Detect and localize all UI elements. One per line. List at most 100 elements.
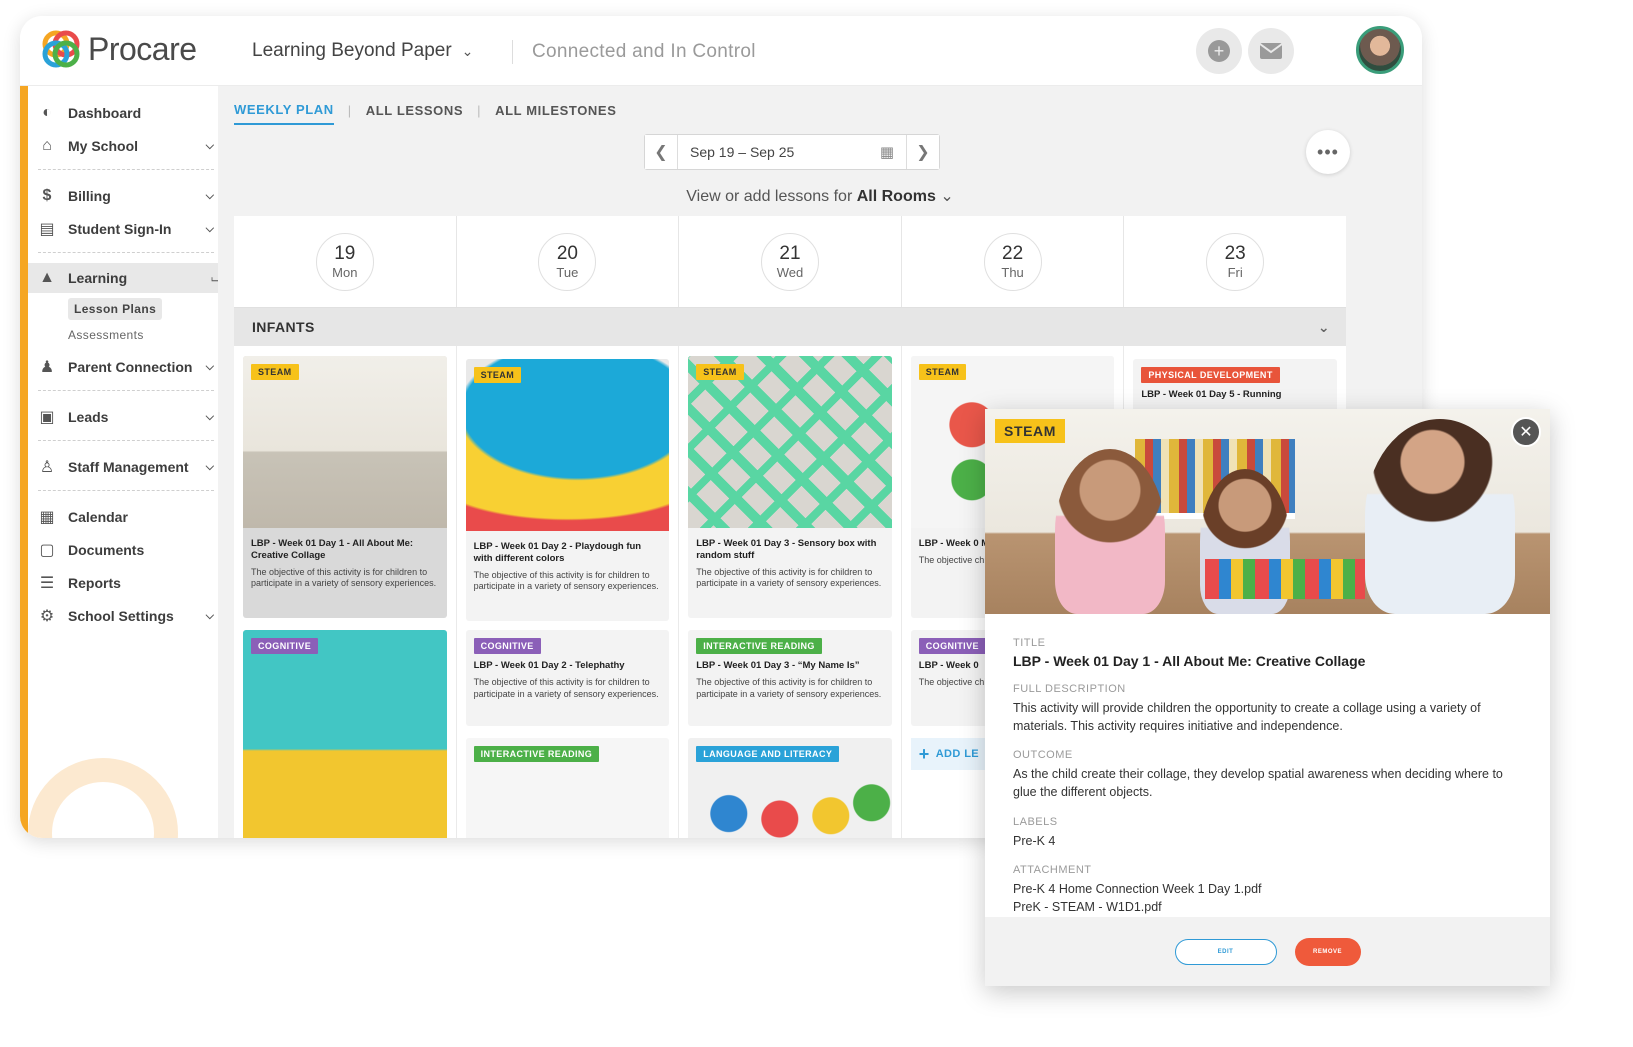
edit-button[interactable]: EDIT	[1174, 938, 1277, 965]
day-number: 22	[1002, 243, 1024, 264]
tab-divider: |	[477, 103, 482, 118]
day-badge[interactable]: 20 Tue	[538, 232, 597, 291]
category-tag: STEAM	[696, 364, 744, 380]
attachment-link[interactable]: Pre-K 4 Home Connection Week 1 Day 1.pdf	[1013, 880, 1523, 898]
sidebar-item-documents[interactable]: ▢ Documents	[36, 535, 220, 565]
remove-button[interactable]: REMOVE	[1294, 937, 1361, 966]
sidebar-item-billing[interactable]: $ Billing ⌵	[36, 181, 220, 211]
outcome-label: OUTCOME	[1013, 749, 1073, 762]
leads-icon: ▣	[39, 409, 55, 426]
hero-blocks	[1205, 559, 1365, 599]
sidebar-item-student-sign-in[interactable]: ▤ Student Sign-In ⌵	[36, 214, 220, 244]
sidebar-divider	[38, 169, 214, 170]
day-column-wed: STEAM LBP - Week 01 Day 3 - Sensory box …	[679, 346, 902, 838]
chevron-down-icon: ⌵	[205, 139, 214, 152]
week-days-header: 19 Mon 20 Tue 21 Wed 22 Thu 23 Fri	[234, 216, 1346, 308]
day-name: Mon	[332, 265, 358, 280]
dashboard-icon: ◐	[42, 104, 52, 121]
sidebar-subitem-assessments[interactable]: Assessments	[68, 328, 144, 342]
lesson-card[interactable]: INTERACTIVE READING	[465, 738, 670, 838]
lesson-outcome: As the child create their collage, they …	[1013, 767, 1503, 800]
lesson-card[interactable]: STEAM LBP - Week 01 Day 3 - Sensory box …	[688, 356, 892, 618]
day-column-header: 19 Mon	[234, 216, 457, 307]
plus-circle-icon: +	[1208, 40, 1230, 62]
add-lesson-label: ADD LE	[935, 748, 980, 760]
messages-button[interactable]	[1248, 28, 1294, 74]
tagline: Connected and In Control	[532, 41, 756, 62]
day-badge[interactable]: 19 Mon	[315, 232, 374, 291]
tab-all-milestones[interactable]: ALL MILESTONES	[495, 103, 616, 124]
day-column-tue: STEAM LBP - Week 01 Day 2 - Playdough fu…	[457, 346, 680, 838]
day-number: 23	[1224, 243, 1246, 264]
add-button[interactable]: +	[1196, 28, 1242, 74]
day-column-header: 23 Fri	[1124, 216, 1346, 307]
description-label: FULL DESCRIPTION	[1013, 683, 1126, 695]
day-name: Tue	[556, 265, 579, 280]
procare-logo[interactable]: Procare	[40, 28, 197, 70]
sidebar-subitem-lesson-plans[interactable]: Lesson Plans	[68, 298, 163, 320]
lesson-description: This activity will provide children the …	[1013, 701, 1481, 734]
lesson-card[interactable]: STEAM LBP - Week 01 Day 2 - Playdough fu…	[465, 359, 670, 621]
sidebar-item-dashboard[interactable]: ◐ Dashboard	[36, 98, 220, 128]
more-options-button[interactable]: •••	[1306, 130, 1350, 174]
learning-icon: ▲	[39, 269, 55, 286]
sidebar-item-label: Learning	[68, 270, 128, 286]
chevron-down-icon: ⌄	[940, 188, 954, 205]
labels-label: LABELS	[1013, 815, 1058, 828]
sidebar-item-calendar[interactable]: ▦ Calendar	[36, 502, 220, 532]
category-tag: COGNITIVE	[251, 638, 319, 654]
sidebar-item-label: Student Sign-In	[68, 221, 172, 237]
sidebar-item-staff-management[interactable]: ♙ Staff Management ⌵	[36, 452, 220, 482]
sidebar-item-leads[interactable]: ▣ Leads ⌵	[36, 402, 220, 432]
previous-week-button[interactable]: ❮	[645, 135, 677, 169]
lesson-card[interactable]: COGNITIVE	[243, 630, 447, 838]
panel-footer: EDIT REMOVE	[985, 917, 1550, 986]
room-section-header[interactable]: INFANTS ⌄	[234, 308, 1346, 346]
chevron-right-icon: ❯	[916, 144, 930, 161]
lesson-description: The objective of this activity is for ch…	[473, 569, 659, 592]
lesson-image: STEAM	[465, 359, 670, 531]
lesson-card[interactable]: INTERACTIVE READING LBP - Week 01 Day 3 …	[688, 630, 892, 726]
ellipsis-icon: •••	[1317, 141, 1339, 162]
tab-all-lessons[interactable]: ALL LESSONS	[366, 103, 463, 124]
next-week-button[interactable]: ❯	[907, 135, 939, 169]
sidebar-item-reports[interactable]: ☰ Reports	[36, 568, 220, 598]
sidebar-divider	[38, 490, 214, 491]
attachment-link[interactable]: PreK - STEAM - W1D1.pdf	[1013, 898, 1523, 916]
school-selector[interactable]: Learning Beyond Paper ⌄	[252, 40, 473, 62]
close-button[interactable]: ✕	[1511, 417, 1541, 447]
sidebar-item-label: Dashboard	[68, 105, 142, 121]
category-tag: INTERACTIVE READING	[696, 638, 822, 654]
chevron-down-icon: ⌄	[461, 42, 474, 59]
category-tag: COGNITIVE	[918, 638, 986, 654]
day-badge[interactable]: 21 Wed	[760, 232, 819, 291]
hero-child	[1055, 449, 1165, 614]
lesson-card[interactable]: COGNITIVE LBP - Week 01 Day 2 - Telephat…	[465, 630, 670, 726]
sidebar-item-label: School Settings	[68, 608, 174, 624]
lesson-title: LBP - Week 01 Day 1 - All About Me: Crea…	[251, 538, 414, 561]
user-avatar[interactable]	[1356, 26, 1404, 74]
sidebar-item-learning[interactable]: ▲ Learning ⌴	[28, 263, 226, 293]
reports-icon: ☰	[39, 575, 55, 592]
day-badge[interactable]: 23 Fri	[1206, 232, 1265, 291]
sidebar-item-label: Documents	[68, 542, 145, 558]
parent-icon: ♟	[39, 359, 55, 376]
lesson-card[interactable]: STEAM LBP - Week 01 Day 1 - All About Me…	[243, 356, 447, 618]
day-column-header: 22 Thu	[902, 216, 1125, 307]
plus-icon: +	[918, 743, 930, 764]
sidebar-item-school-settings[interactable]: ⚙ School Settings ⌵	[36, 601, 220, 631]
hero-child	[1365, 419, 1515, 614]
tab-weekly-plan[interactable]: WEEKLY PLAN	[234, 102, 334, 125]
category-tag: COGNITIVE	[473, 638, 541, 654]
sidebar-item-label: My School	[68, 138, 139, 154]
lesson-title: LBP - Week 01 Day 2 - Playdough fun with…	[473, 541, 642, 564]
calendar-icon: ▦	[39, 509, 55, 526]
sidebar-item-parent-connection[interactable]: ♟ Parent Connection ⌵	[36, 352, 220, 382]
tab-divider: |	[347, 103, 352, 118]
date-range-picker[interactable]: Sep 19 – Sep 25 ▦	[677, 135, 907, 169]
day-badge[interactable]: 22 Thu	[983, 232, 1042, 291]
sidebar-item-label: Reports	[68, 575, 121, 591]
lesson-card[interactable]: LANGUAGE AND LITERACY	[688, 738, 892, 838]
room-filter[interactable]: View or add lessons for All Rooms ⌄	[218, 186, 1422, 206]
sidebar-item-my-school[interactable]: ⌂ My School ⌵	[36, 131, 220, 161]
